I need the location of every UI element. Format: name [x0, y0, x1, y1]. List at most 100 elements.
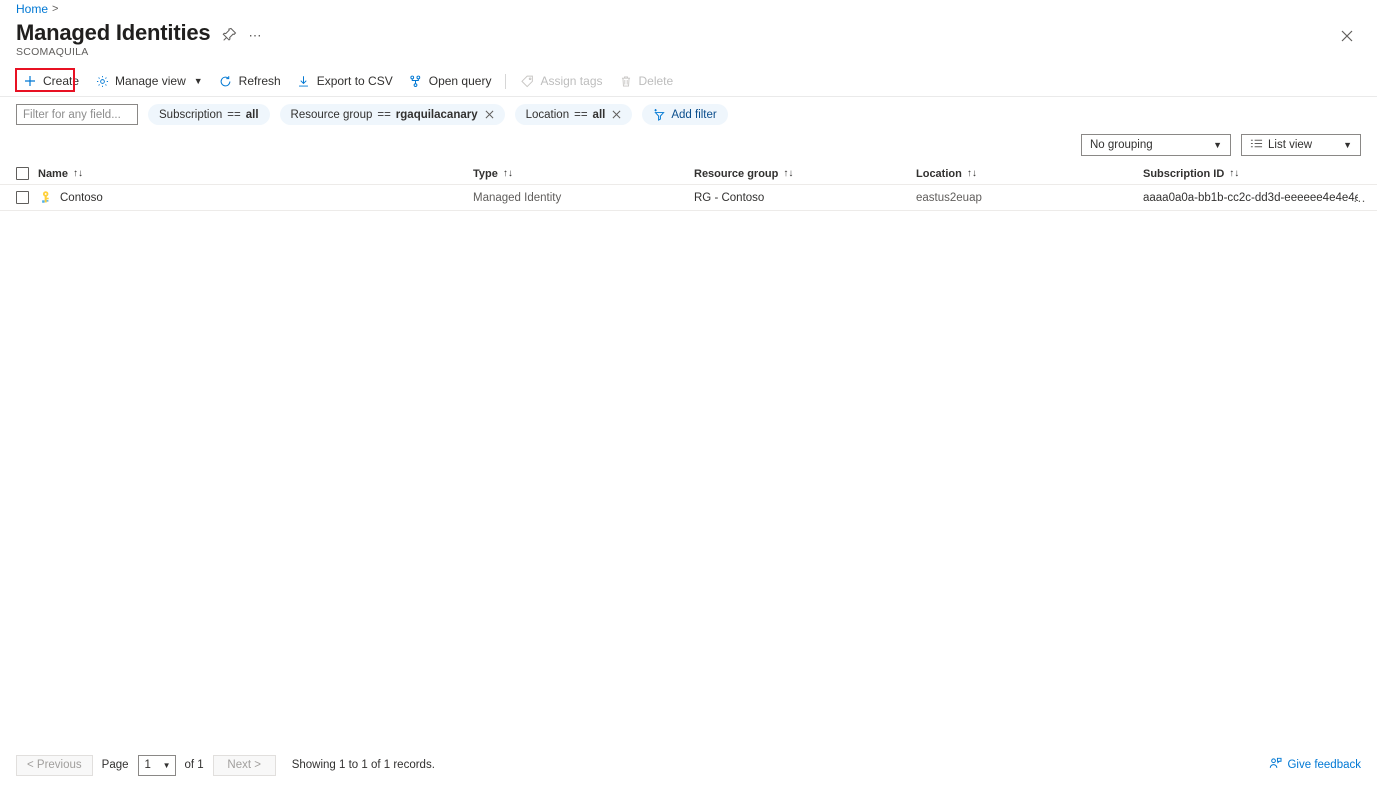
chevron-down-icon: ▼ — [1343, 140, 1352, 150]
filter-chip-location-value: all — [593, 109, 606, 121]
select-all-checkbox[interactable] — [16, 167, 29, 180]
filter-chip-subscription-op: == — [227, 109, 240, 121]
column-header-location-label: Location — [916, 168, 962, 180]
column-header-resource-group[interactable]: Resource group ↑↓ — [694, 163, 909, 184]
cell-type: Managed Identity — [473, 185, 688, 210]
give-feedback-label: Give feedback — [1287, 759, 1361, 771]
page-total-label: of 1 — [185, 759, 204, 771]
trash-icon — [619, 74, 633, 88]
managed-identities-blade: Home > Managed Identities ⋯ SCOMAQUILA C… — [0, 0, 1377, 791]
filter-chip-location-op: == — [574, 109, 587, 121]
cell-subscription-id: aaaa0a0a-bb1b-cc2c-dd3d-eeeeee4e4e4e — [1143, 185, 1358, 210]
refresh-label: Refresh — [239, 74, 281, 88]
cell-type-value: Managed Identity — [473, 192, 561, 204]
remove-filter-resource-group-icon[interactable] — [485, 110, 494, 119]
select-all-checkbox-cell — [16, 163, 36, 184]
view-mode-select-value: List view — [1268, 139, 1312, 151]
open-query-button[interactable]: Open query — [401, 69, 500, 93]
sort-icon: ↑↓ — [1229, 168, 1239, 179]
give-feedback-button[interactable]: Give feedback — [1269, 753, 1361, 777]
column-header-resource-group-label: Resource group — [694, 168, 778, 180]
manage-view-label: Manage view — [115, 74, 186, 88]
filter-chip-subscription[interactable]: Subscription == all — [148, 104, 270, 125]
page-number-select[interactable]: 1 ▼ — [138, 755, 176, 776]
sort-icon: ↑↓ — [967, 168, 977, 179]
add-filter-icon — [653, 108, 666, 121]
add-filter-button[interactable]: Add filter — [642, 104, 727, 125]
gear-icon — [95, 74, 109, 88]
column-header-location[interactable]: Location ↑↓ — [916, 163, 1131, 184]
sort-icon: ↑↓ — [503, 168, 513, 179]
column-header-subscription-id[interactable]: Subscription ID ↑↓ — [1143, 163, 1358, 184]
view-controls: No grouping ▼ List view ▼ — [1081, 134, 1361, 156]
filter-chip-resource-group[interactable]: Resource group == rgaquilacanary — [280, 104, 505, 125]
remove-filter-location-icon[interactable] — [612, 110, 621, 119]
filter-chip-subscription-value: all — [246, 109, 259, 121]
column-header-type[interactable]: Type ↑↓ — [473, 163, 688, 184]
page-more-menu-icon[interactable]: ⋯ — [248, 32, 263, 40]
delete-button: Delete — [611, 69, 682, 93]
chevron-down-icon: ▼ — [1213, 140, 1222, 150]
query-branch-icon — [409, 74, 423, 88]
cell-resource-group: RG - Contoso — [694, 185, 909, 210]
filter-chip-location-label: Location — [526, 109, 569, 121]
assign-tags-label: Assign tags — [540, 74, 602, 88]
refresh-icon — [219, 74, 233, 88]
refresh-button[interactable]: Refresh — [211, 69, 289, 93]
grouping-select-value: No grouping — [1090, 139, 1153, 151]
cell-location: eastus2euap — [916, 185, 1131, 210]
row-context-menu-icon[interactable]: … — [1349, 185, 1371, 210]
filter-bar: Subscription == all Resource group == rg… — [16, 104, 728, 125]
chevron-down-icon: ▼ — [163, 761, 171, 770]
sort-icon: ↑↓ — [73, 168, 83, 179]
grouping-select[interactable]: No grouping ▼ — [1081, 134, 1231, 156]
column-header-subscription-id-label: Subscription ID — [1143, 168, 1224, 180]
add-filter-label: Add filter — [671, 109, 716, 121]
sort-icon: ↑↓ — [783, 168, 793, 179]
cell-location-value: eastus2euap — [916, 192, 982, 204]
page-title: Managed Identities — [16, 20, 210, 46]
cell-resource-group-value: RG - Contoso — [694, 192, 764, 204]
table-footer: < Previous Page 1 ▼ of 1 Next > Showing … — [0, 753, 1377, 777]
manage-view-button[interactable]: Manage view ▼ — [87, 69, 211, 93]
chevron-down-icon: ▼ — [194, 76, 203, 86]
feedback-person-icon — [1269, 757, 1282, 773]
close-icon[interactable] — [1335, 24, 1359, 48]
filter-chip-resource-group-label: Resource group — [291, 109, 373, 121]
filter-chip-subscription-label: Subscription — [159, 109, 222, 121]
export-csv-button[interactable]: Export to CSV — [289, 69, 401, 93]
table-row[interactable]: Contoso Managed Identity RG - Contoso ea… — [0, 185, 1377, 211]
list-view-icon — [1250, 138, 1263, 152]
filter-chip-resource-group-value: rgaquilacanary — [396, 109, 478, 121]
filter-chip-resource-group-op: == — [377, 109, 390, 121]
row-select-checkbox[interactable] — [16, 191, 29, 204]
search-input[interactable] — [16, 104, 138, 125]
tag-icon — [520, 74, 534, 88]
previous-page-button: < Previous — [16, 755, 93, 776]
column-header-name-label: Name — [38, 168, 68, 180]
create-button[interactable]: Create — [15, 69, 87, 93]
command-bar: Create Manage view ▼ Refresh — [0, 68, 1377, 94]
toolbar-divider — [505, 74, 506, 89]
next-page-button: Next > — [213, 755, 276, 776]
delete-label: Delete — [639, 74, 674, 88]
open-query-label: Open query — [429, 74, 492, 88]
download-icon — [297, 74, 311, 88]
create-button-label: Create — [43, 74, 79, 88]
cell-subscription-id-value: aaaa0a0a-bb1b-cc2c-dd3d-eeeeee4e4e4e — [1143, 192, 1358, 204]
breadcrumb-home[interactable]: Home — [16, 2, 48, 16]
filter-chip-location[interactable]: Location == all — [515, 104, 633, 125]
pin-icon[interactable] — [220, 25, 238, 43]
view-mode-select[interactable]: List view ▼ — [1241, 134, 1361, 156]
title-row: Managed Identities ⋯ — [16, 20, 263, 46]
column-header-name[interactable]: Name ↑↓ — [38, 163, 468, 184]
breadcrumb-separator-icon: > — [52, 2, 58, 16]
command-bar-divider — [0, 96, 1377, 97]
cell-name-value[interactable]: Contoso — [60, 192, 103, 204]
breadcrumb: Home > — [16, 2, 58, 16]
managed-identity-key-icon — [38, 190, 53, 205]
assign-tags-button: Assign tags — [512, 69, 610, 93]
page-label: Page — [102, 759, 129, 771]
row-select-checkbox-cell — [16, 185, 36, 210]
records-summary: Showing 1 to 1 of 1 records. — [292, 759, 435, 771]
